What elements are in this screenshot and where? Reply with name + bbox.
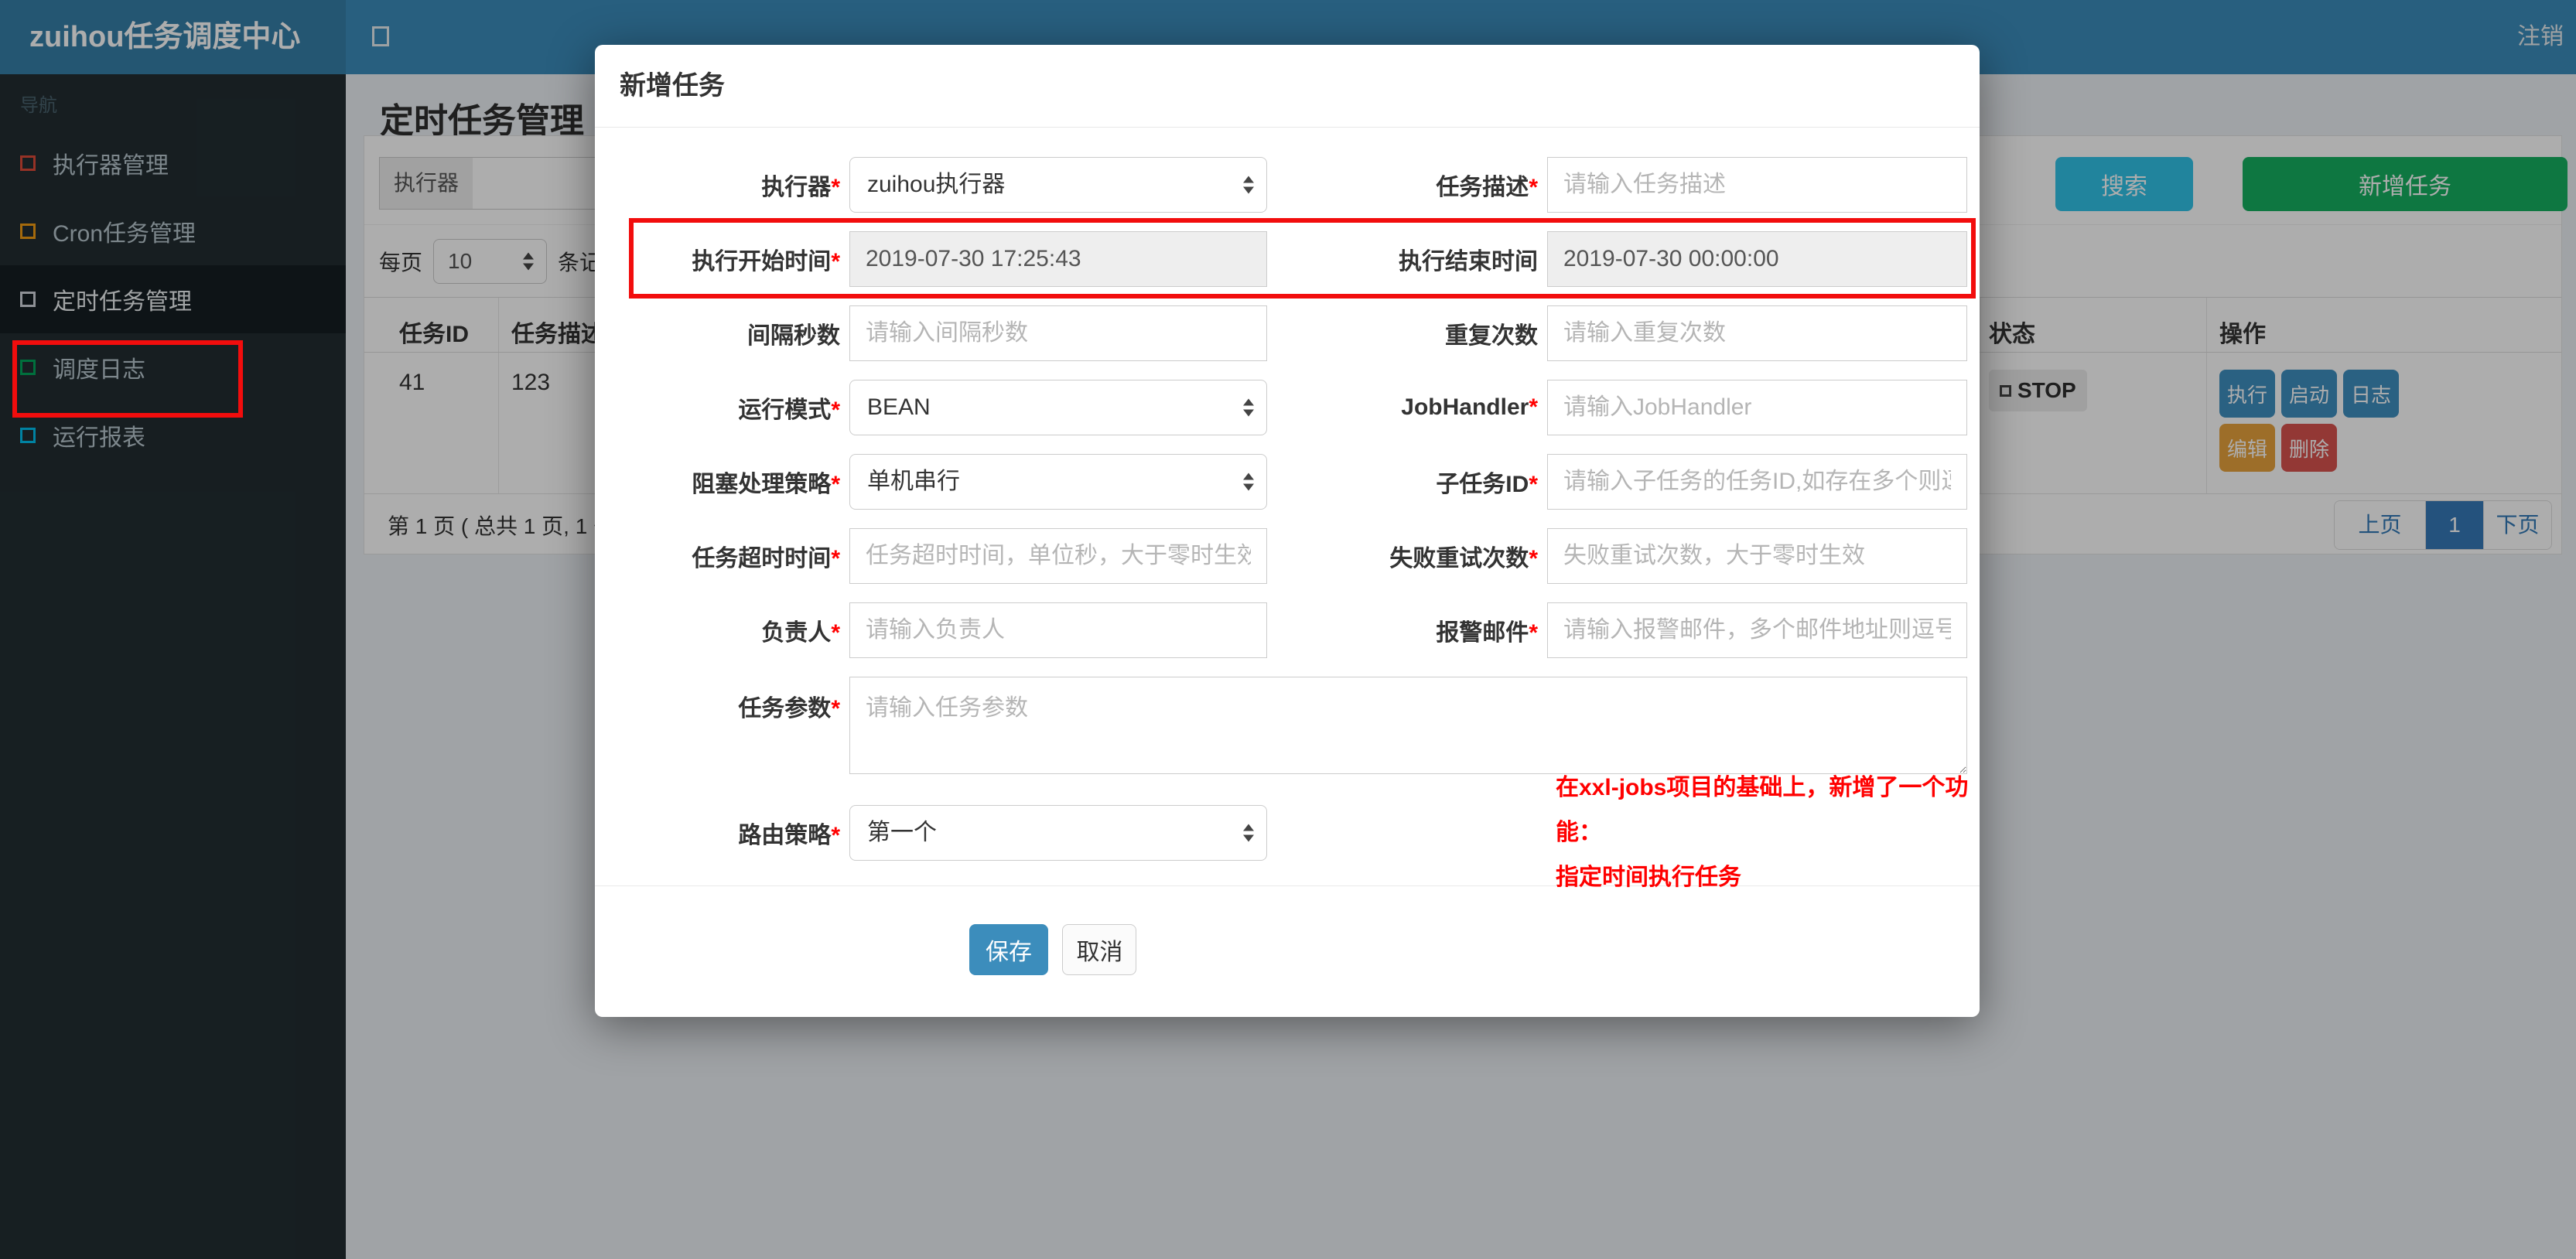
repeat-label: 重复次数 [1445, 323, 1538, 349]
timeout-label: 任务超时时间* [692, 546, 840, 571]
form-row-interval-repeat: 间隔秒数 重复次数 [595, 305, 1980, 361]
run-mode-select-value: BEAN [867, 394, 931, 420]
save-button[interactable]: 保存 [969, 924, 1048, 975]
form-row-job-param: 任务参数* [595, 677, 1980, 774]
child-task-id-input[interactable] [1547, 454, 1967, 510]
interval-input[interactable] [849, 305, 1267, 361]
form-row-executor-desc: 执行器* zuihou执行器 任务描述* [595, 157, 1980, 213]
required-mark: * [1529, 472, 1538, 497]
required-mark: * [831, 696, 840, 722]
form-row-timeout-retry: 任务超时时间* 失败重试次数* [595, 528, 1980, 584]
alarm-email-label: 报警邮件* [1436, 620, 1538, 646]
child-task-id-label: 子任务ID* [1436, 472, 1538, 497]
modal-header: 新增任务 [595, 45, 1980, 128]
required-mark: * [1529, 546, 1538, 571]
modal-title: 新增任务 [620, 71, 725, 101]
required-mark: * [831, 546, 840, 571]
select-caret-icon [1243, 473, 1254, 491]
feature-note-text: 在xxl-jobs项目的基础上，新增了一个功能： 指定时间执行任务 [1556, 766, 1980, 900]
executor-select-value: zuihou执行器 [867, 172, 1006, 197]
repeat-input[interactable] [1547, 305, 1967, 361]
annotation-rect-sidebar-timed-task [12, 340, 243, 418]
cancel-button[interactable]: 取消 [1062, 924, 1137, 975]
block-strategy-select-value: 单机串行 [867, 469, 960, 494]
form-row-block-childid: 阻塞处理策略* 单机串行 子任务ID* [595, 454, 1980, 510]
executor-label: 执行器* [761, 175, 840, 200]
select-caret-icon [1243, 176, 1254, 194]
interval-label: 间隔秒数 [747, 323, 840, 349]
select-caret-icon [1243, 398, 1254, 417]
route-strategy-label: 路由策略* [738, 823, 840, 848]
timeout-input[interactable] [849, 528, 1267, 584]
form-row-owner-email: 负责人* 报警邮件* [595, 602, 1980, 658]
retry-input[interactable] [1547, 528, 1967, 584]
retry-label: 失败重试次数* [1389, 546, 1538, 571]
run-mode-select[interactable]: BEAN [849, 380, 1267, 435]
task-desc-input[interactable] [1547, 157, 1967, 213]
feature-note-line2: 指定时间执行任务 [1556, 865, 1741, 890]
required-mark: * [1529, 620, 1538, 646]
form-row-route-strategy: 路由策略* 第一个 在xxl-jobs项目的基础上，新增了一个功能： 指定时间执… [595, 775, 1980, 890]
add-task-modal: 新增任务 执行器* zuihou执行器 任务描述* 执行开始时间* 执行结束时间… [595, 45, 1980, 1017]
task-desc-label: 任务描述* [1436, 175, 1538, 200]
feature-note-line1: 在xxl-jobs项目的基础上，新增了一个功能： [1556, 775, 1969, 845]
job-param-label: 任务参数* [738, 696, 840, 722]
annotation-rect-exec-time-row [629, 218, 1976, 299]
owner-label: 负责人* [761, 620, 840, 646]
alarm-email-input[interactable] [1547, 602, 1967, 658]
job-param-textarea[interactable] [849, 677, 1967, 774]
required-mark: * [1529, 394, 1538, 420]
select-caret-icon [1243, 824, 1254, 842]
job-handler-label: JobHandler* [1401, 394, 1538, 420]
form-row-runmode-handler: 运行模式* BEAN JobHandler* [595, 380, 1980, 435]
run-mode-label: 运行模式* [738, 397, 840, 423]
required-mark: * [831, 472, 840, 497]
block-strategy-select[interactable]: 单机串行 [849, 454, 1267, 510]
job-handler-input[interactable] [1547, 380, 1967, 435]
block-strategy-label: 阻塞处理策略* [692, 472, 840, 497]
route-strategy-select[interactable]: 第一个 [849, 805, 1267, 861]
required-mark: * [1529, 175, 1538, 200]
owner-input[interactable] [849, 602, 1267, 658]
route-strategy-select-value: 第一个 [867, 820, 937, 845]
required-mark: * [831, 175, 840, 200]
executor-select[interactable]: zuihou执行器 [849, 157, 1267, 213]
required-mark: * [831, 823, 840, 848]
required-mark: * [831, 620, 840, 646]
required-mark: * [831, 397, 840, 423]
